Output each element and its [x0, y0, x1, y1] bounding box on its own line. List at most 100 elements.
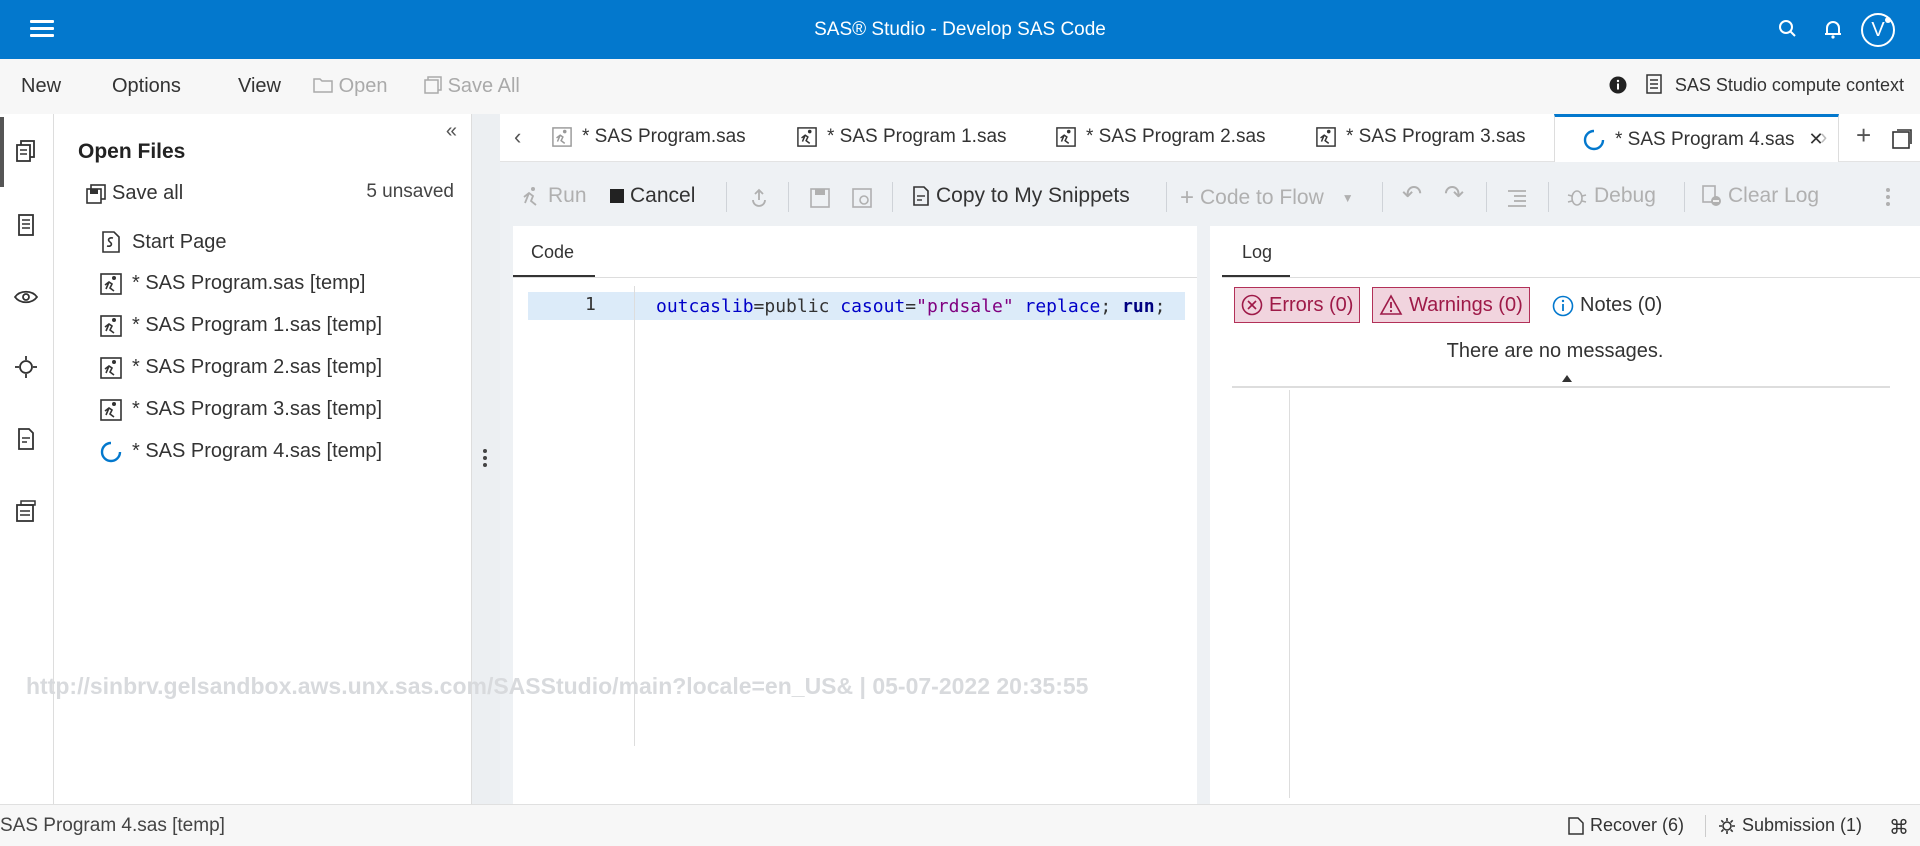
- file-item[interactable]: * SAS Program 1.sas [temp]: [100, 314, 382, 337]
- file-item[interactable]: * SAS Program.sas [temp]: [100, 272, 365, 295]
- tab-sas-program-2[interactable]: * SAS Program 2.sas: [1056, 126, 1266, 148]
- format-code-icon[interactable]: [1506, 188, 1528, 208]
- menu-new[interactable]: New: [21, 75, 61, 98]
- open-files-panel: « Open Files Save all 5 unsaved Start Pa…: [54, 114, 472, 804]
- debug-button[interactable]: Debug: [1566, 184, 1656, 208]
- status-file-name: SAS Program 4.sas [temp]: [0, 815, 225, 836]
- file-item[interactable]: * SAS Program 4.sas [temp]: [100, 440, 382, 463]
- program-workspace: Run Cancel Copy to My Snippets + Code to…: [500, 162, 1920, 829]
- snippets-icon[interactable]: [13, 426, 39, 452]
- shortcuts-icon[interactable]: ⌘: [1889, 815, 1909, 840]
- warnings-filter[interactable]: Warnings (0): [1372, 287, 1530, 323]
- run-button[interactable]: Run: [520, 184, 587, 208]
- code-line[interactable]: 1 outcaslib=public casout="prdsale" repl…: [528, 292, 1185, 320]
- folder-icon: [313, 78, 333, 93]
- rail-active-indicator: [0, 117, 4, 187]
- menu-view[interactable]: View: [238, 75, 281, 98]
- submission-button[interactable]: Submission (1): [1718, 815, 1862, 836]
- tab-code[interactable]: Code: [531, 242, 574, 263]
- panel-splitter[interactable]: [472, 114, 500, 804]
- open-files-title: Open Files: [78, 140, 186, 163]
- sas-program-icon: [100, 272, 122, 295]
- clipboard-icon[interactable]: [13, 498, 39, 524]
- loading-spinner-icon: [100, 441, 122, 462]
- bug-icon: [1567, 190, 1587, 206]
- status-bar: SAS Program 4.sas [temp] Recover (6) Sub…: [0, 804, 1920, 846]
- bell-icon[interactable]: [1820, 16, 1846, 42]
- no-messages-text: There are no messages.: [1446, 340, 1664, 362]
- info-icon: [1609, 76, 1627, 94]
- copy-to-snippets-button[interactable]: Copy to My Snippets: [912, 184, 1130, 208]
- sas-program-icon: [100, 314, 122, 337]
- search-icon[interactable]: [1775, 16, 1801, 42]
- error-icon: [1241, 294, 1263, 316]
- upload-icon[interactable]: [750, 188, 768, 208]
- sas-program-icon: [1056, 127, 1076, 147]
- redo-icon[interactable]: ↷: [1444, 180, 1464, 209]
- document-icon: [1568, 816, 1584, 835]
- file-item[interactable]: * SAS Program 2.sas [temp]: [100, 356, 382, 379]
- menu-save-all[interactable]: Save All: [424, 75, 520, 98]
- cancel-button[interactable]: Cancel: [610, 184, 695, 208]
- tab-sas-program-1[interactable]: * SAS Program 1.sas: [797, 126, 1007, 148]
- log-gutter: [1289, 390, 1290, 798]
- info-icon: [1552, 295, 1574, 316]
- libraries-icon[interactable]: [13, 284, 39, 310]
- save-as-icon[interactable]: [852, 188, 872, 208]
- gear-icon: [1719, 817, 1735, 834]
- sas-program-icon: [100, 356, 122, 379]
- caret-up-icon[interactable]: [1562, 375, 1572, 382]
- more-options-icon[interactable]: [1886, 188, 1890, 206]
- log-pane: Log Errors (0) Warnings (0) Notes (0) Th…: [1210, 226, 1920, 804]
- sas-program-icon: [552, 127, 572, 147]
- log-divider[interactable]: [1232, 386, 1890, 388]
- compute-context[interactable]: SAS Studio compute context: [1609, 74, 1904, 96]
- unsaved-count: 5 unsaved: [366, 181, 454, 202]
- file-item[interactable]: * SAS Program 3.sas [temp]: [100, 398, 382, 421]
- save-icon[interactable]: [810, 188, 830, 208]
- file-item-start-page[interactable]: Start Page: [100, 230, 227, 254]
- sas-program-icon: [1316, 127, 1336, 147]
- dropdown-arrow-icon: ▼: [1341, 191, 1354, 205]
- url-watermark: http://sinbrv.gelsandbox.aws.unx.sas.com…: [26, 673, 1089, 699]
- notes-filter[interactable]: Notes (0): [1552, 294, 1662, 317]
- sas-program-icon: [797, 127, 817, 147]
- tab-sas-program-4[interactable]: * SAS Program 4.sas ✕: [1554, 114, 1839, 162]
- drag-handle-icon[interactable]: [483, 449, 487, 470]
- menu-options[interactable]: Options: [112, 75, 181, 98]
- code-to-flow-button[interactable]: + Code to Flow ▼: [1180, 184, 1354, 212]
- app-header: SAS® Studio - Develop SAS Code V: [0, 0, 1920, 59]
- clear-log-icon: [1702, 185, 1721, 206]
- tab-log[interactable]: Log: [1242, 242, 1272, 263]
- navigation-rail: [0, 114, 54, 804]
- steps-icon[interactable]: [13, 354, 39, 380]
- collapse-panel-icon[interactable]: «: [446, 120, 457, 143]
- code-text[interactable]: outcaslib=public casout="prdsale" replac…: [656, 296, 1165, 317]
- errors-filter[interactable]: Errors (0): [1234, 287, 1361, 323]
- user-avatar[interactable]: V: [1861, 13, 1895, 47]
- tab-sas-program-3[interactable]: * SAS Program 3.sas: [1316, 126, 1526, 148]
- menu-open[interactable]: Open: [313, 75, 388, 98]
- loading-spinner-icon: [1583, 129, 1605, 150]
- save-all-icon: [424, 76, 442, 94]
- save-all-button[interactable]: Save all: [86, 182, 183, 205]
- plus-icon: +: [1180, 184, 1195, 211]
- explorer-icon[interactable]: [13, 212, 39, 238]
- code-pane: Code 1 outcaslib=public casout="prdsale"…: [513, 226, 1203, 829]
- maximize-icon[interactable]: [1892, 129, 1912, 149]
- line-number: 1: [585, 294, 596, 315]
- sas-program-icon: [100, 398, 122, 421]
- recover-button[interactable]: Recover (6): [1568, 815, 1684, 836]
- tab-scroll-left-icon[interactable]: ‹: [514, 124, 521, 150]
- stop-icon: [610, 189, 624, 203]
- run-icon: [523, 187, 537, 206]
- tab-scroll-right-icon[interactable]: ›: [1820, 124, 1827, 150]
- open-files-icon[interactable]: [13, 138, 39, 164]
- save-all-icon: [86, 183, 106, 204]
- add-tab-icon[interactable]: +: [1856, 120, 1871, 151]
- undo-icon[interactable]: ↶: [1402, 180, 1422, 209]
- app-title: SAS® Studio - Develop SAS Code: [814, 19, 1106, 40]
- menu-bar: New Options View Open Save All SAS Studi…: [0, 59, 1920, 114]
- tab-sas-program[interactable]: * SAS Program.sas: [552, 126, 746, 148]
- clear-log-button[interactable]: Clear Log: [1702, 184, 1819, 208]
